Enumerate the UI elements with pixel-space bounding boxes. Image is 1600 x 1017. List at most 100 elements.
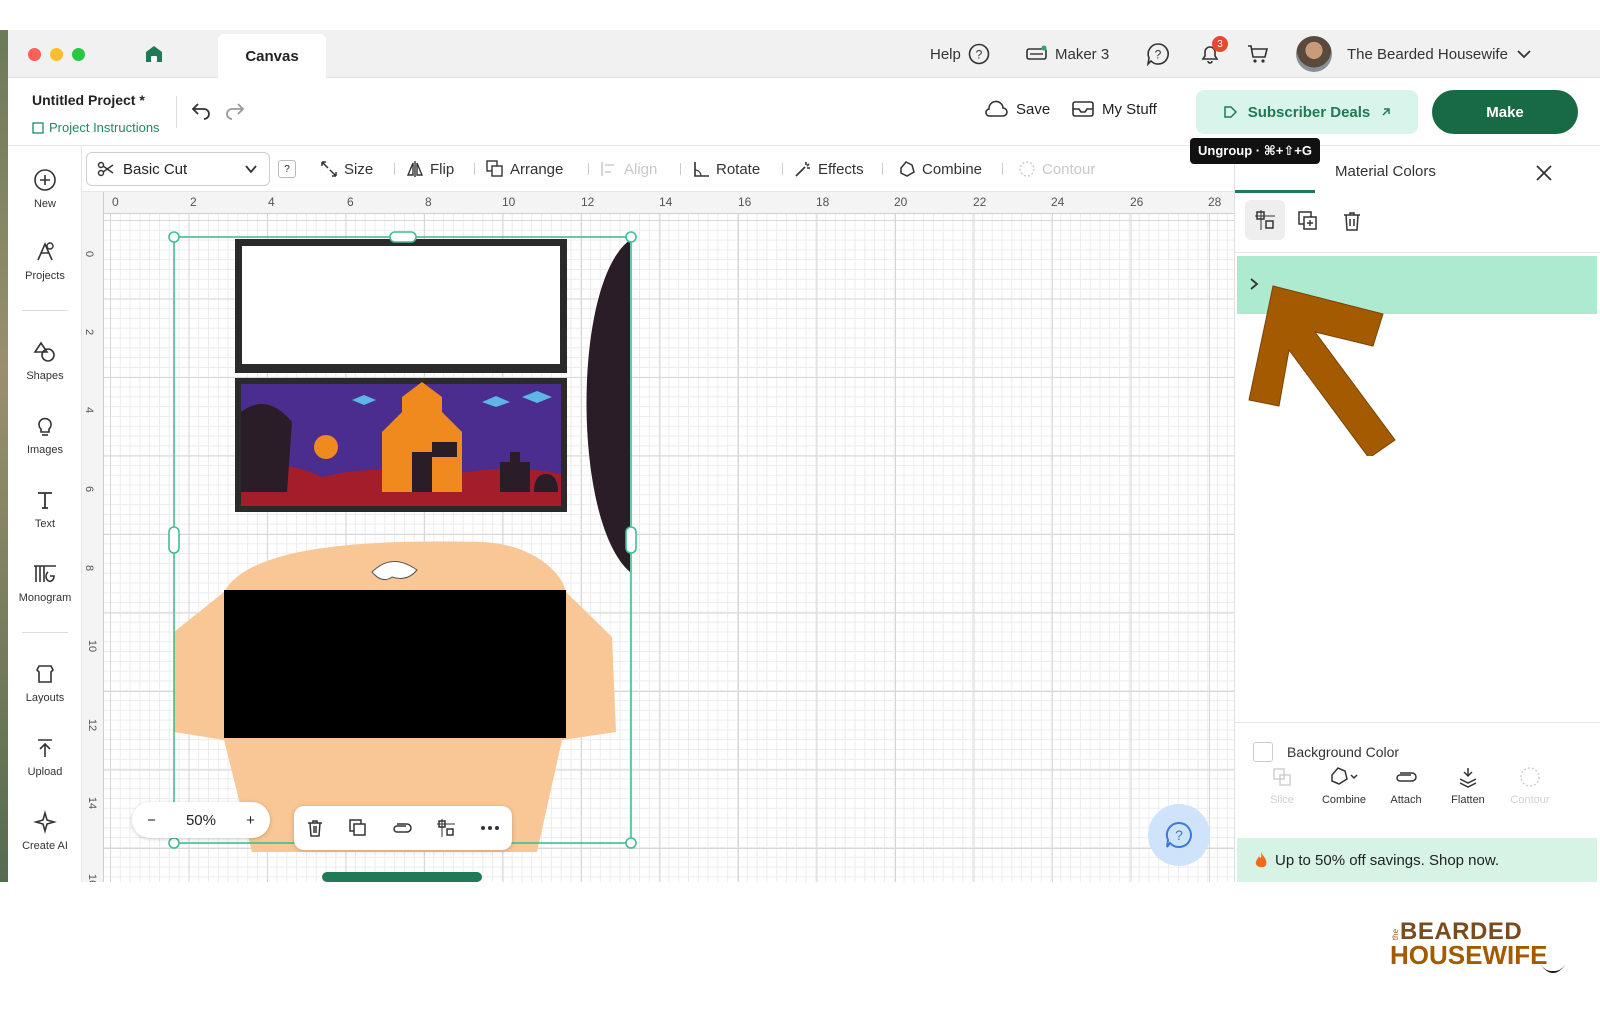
duplicate-icon[interactable]	[348, 818, 368, 838]
floating-action-bar	[294, 806, 512, 850]
ungroup-icon[interactable]	[436, 818, 456, 838]
flip-label: Flip	[430, 160, 455, 178]
save-button[interactable]: Save	[984, 100, 1050, 118]
nav-images[interactable]: Images	[8, 414, 82, 474]
subscriber-deals-label: Subscriber Deals	[1247, 103, 1371, 121]
undo-icon	[191, 103, 210, 120]
make-button[interactable]: Make	[1432, 90, 1578, 134]
projects-icon	[37, 242, 54, 261]
svg-text:?: ?	[976, 48, 983, 62]
nav-monogram[interactable]: Monogram	[8, 562, 82, 622]
minimize-window-button[interactable]	[50, 48, 63, 61]
nav-projects[interactable]: Projects	[8, 240, 82, 300]
align-tool[interactable]: Align	[600, 156, 657, 182]
notifications-button[interactable]: 3	[1198, 36, 1228, 68]
tab-canvas[interactable]: Canvas	[218, 34, 326, 78]
promo-banner[interactable]: Up to 50% off savings. Shop now.	[1237, 838, 1597, 882]
design-artwork[interactable]	[82, 192, 1234, 882]
ungroup-button[interactable]	[1245, 200, 1285, 240]
brand-small: the	[1391, 928, 1401, 941]
rotate-angle-icon	[694, 162, 709, 177]
delete-layer-button[interactable]	[1341, 210, 1363, 237]
nav-monogram-label: Monogram	[18, 592, 72, 604]
zoom-out-button[interactable]: −	[147, 812, 156, 829]
cart-button[interactable]	[1246, 40, 1270, 68]
combine-tool[interactable]: Combine	[898, 156, 982, 182]
nav-text-label: Text	[34, 518, 56, 530]
flatten-panel-label: Flatten	[1451, 794, 1485, 806]
trash-icon[interactable]	[305, 818, 325, 838]
nav-create-ai[interactable]: Create AI	[8, 810, 82, 870]
attach-panel-label: Attach	[1390, 794, 1422, 806]
brand-watermark: the BEARDED HOUSEWIFE	[1390, 918, 1570, 982]
attach-icon[interactable]	[391, 818, 413, 838]
redo-button[interactable]	[224, 100, 246, 125]
align-label: Align	[624, 160, 658, 178]
save-label: Save	[1016, 100, 1051, 118]
duplicate-icon	[1298, 211, 1317, 230]
combine-icon	[1331, 767, 1358, 785]
help-chat-button[interactable]: ?	[1148, 804, 1210, 866]
nav-shapes[interactable]: Shapes	[8, 340, 82, 400]
nav-upload[interactable]: Upload	[8, 736, 82, 796]
lightbulb-icon	[38, 417, 52, 436]
maximize-window-button[interactable]	[72, 48, 85, 61]
undo-button[interactable]	[190, 100, 212, 125]
ungroup-tooltip-text: Ungroup · ⌘+⇧+G	[1198, 143, 1312, 158]
duplicate-layer-button[interactable]	[1297, 210, 1319, 237]
arrow-annotation-icon	[1248, 285, 1396, 456]
home-icon[interactable]	[144, 44, 164, 64]
left-nav: New Projects Shapes Images Text Monogram…	[8, 146, 82, 882]
ungroup-tooltip: Ungroup · ⌘+⇧+G	[1190, 138, 1320, 164]
effects-tool[interactable]: Effects	[794, 156, 864, 182]
svg-text:?: ?	[1175, 827, 1183, 843]
avatar	[1296, 36, 1332, 72]
close-window-button[interactable]	[28, 48, 41, 61]
nav-layouts[interactable]: Layouts	[8, 662, 82, 722]
ungroup-icon	[1255, 210, 1275, 230]
operation-select[interactable]: Basic Cut	[86, 152, 270, 186]
user-menu[interactable]: The Bearded Housewife	[1296, 36, 1533, 72]
nav-new[interactable]: New	[8, 168, 82, 228]
slice-tool[interactable]: Slice	[1251, 766, 1313, 806]
support-button[interactable]: ?	[1146, 40, 1170, 68]
panel-title: Material Colors	[1335, 163, 1436, 180]
combine-label: Combine	[922, 160, 983, 178]
slice-icon	[1273, 768, 1291, 786]
design-canvas[interactable]: 0 2 4 6 8 10 12 14 16 18 20 22 24 26 28 …	[82, 192, 1234, 882]
nav-create-ai-label: Create AI	[22, 840, 68, 852]
operation-help-button[interactable]: ?	[278, 160, 296, 178]
combine-panel-tool[interactable]: Combine	[1313, 766, 1375, 806]
project-instructions-label: Project Instructions	[49, 120, 160, 135]
arrange-tool[interactable]: Arrange	[486, 156, 563, 182]
rotate-tool[interactable]: Rotate	[692, 156, 760, 182]
size-tool[interactable]: Size	[320, 156, 373, 182]
help-menu[interactable]: Help ?	[930, 40, 990, 68]
background-color-toggle[interactable]: Background Color	[1253, 742, 1399, 762]
close-panel-button[interactable]	[1535, 164, 1553, 187]
help-label: Help	[930, 45, 961, 63]
background-color-swatch[interactable]	[1253, 742, 1273, 762]
project-instructions-link[interactable]: Project Instructions	[32, 120, 160, 135]
operation-label: Basic Cut	[123, 160, 188, 178]
flip-tool[interactable]: Flip	[406, 156, 454, 182]
layers-panel: Material Colors Background Color Slice C…	[1234, 146, 1600, 882]
flatten-panel-tool[interactable]: Flatten	[1437, 766, 1499, 806]
contour-panel-tool[interactable]: Contour	[1499, 766, 1561, 806]
contour-tool[interactable]: Contour	[1018, 156, 1095, 182]
app-window: Canvas Help ? Maker 3 ? 3 The Bearded Ho…	[8, 30, 1600, 882]
nav-text[interactable]: Text	[8, 488, 82, 548]
beard-icon	[1540, 964, 1566, 973]
resize-icon	[321, 161, 337, 177]
subscriber-deals-button[interactable]: Subscriber Deals	[1196, 90, 1418, 134]
zoom-in-button[interactable]: +	[246, 812, 255, 829]
project-name[interactable]: Untitled Project *	[32, 92, 145, 108]
my-stuff-button[interactable]: My Stuff	[1072, 100, 1157, 118]
machine-selector[interactable]: Maker 3	[1026, 40, 1109, 68]
attach-panel-tool[interactable]: Attach	[1375, 766, 1437, 806]
contour-panel-label: Contour	[1510, 794, 1550, 806]
title-bar: Canvas Help ? Maker 3 ? 3 The Bearded Ho…	[8, 30, 1600, 78]
monogram-icon	[34, 565, 56, 583]
flatten-icon	[1459, 768, 1477, 788]
more-icon[interactable]	[479, 818, 501, 838]
